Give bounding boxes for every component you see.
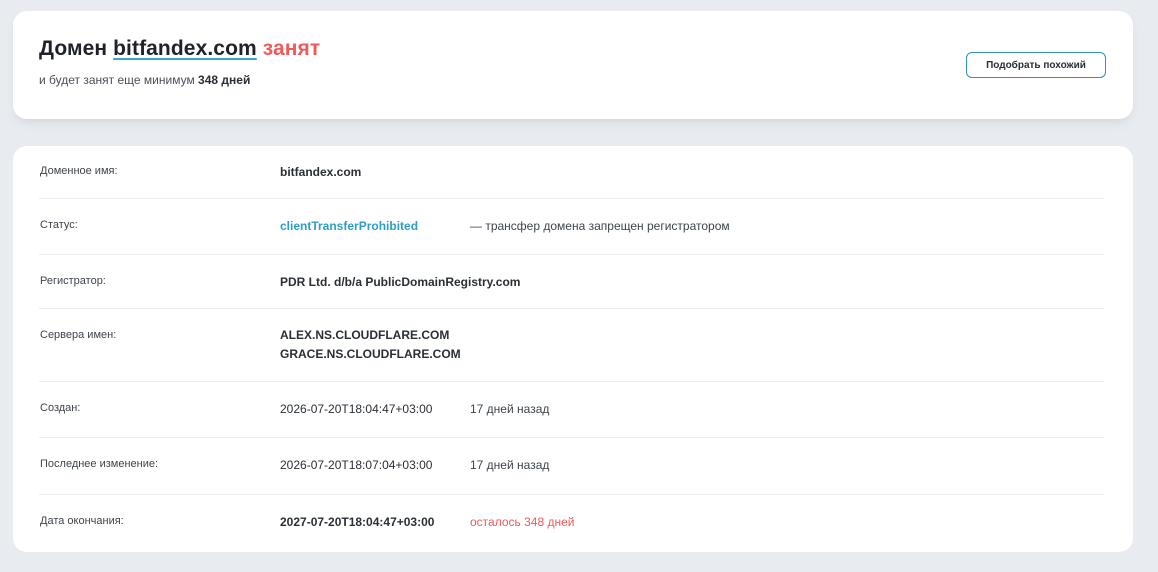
created-label: Создан: [40,402,81,414]
nameservers-label: Сервера имен: [40,329,117,341]
row-created: Создан: 2026-07-20T18:04:47+03:00 17 дне… [13,382,1133,438]
updated-label: Последнее изменение: [40,458,159,470]
whois-details-card: Доменное имя: bitfandex.com Статус: clie… [13,146,1133,552]
row-expires: Дата окончания: 2027-07-20T18:04:47+03:0… [13,495,1133,552]
days-remaining: 348 дней [198,73,251,87]
nameserver-item: GRACE.NS.CLOUDFLARE.COM [280,347,461,361]
expires-value: 2027-07-20T18:04:47+03:00 [280,515,435,529]
status-description: — трансфер домена запрещен регистратором [470,219,730,233]
row-domain-name: Доменное имя: bitfandex.com [13,146,1133,199]
domain-link[interactable]: bitfandex.com [113,37,257,60]
status-code-link[interactable]: clientTransferProhibited [280,219,418,233]
created-value: 2026-07-20T18:04:47+03:00 [280,402,433,416]
expires-label: Дата окончания: [40,515,124,527]
find-similar-button[interactable]: Подобрать похожий [966,52,1106,78]
domain-name-value: bitfandex.com [280,165,362,179]
created-relative: 17 дней назад [470,402,550,416]
status-label: Статус: [40,219,78,231]
row-nameservers: Сервера имен: ALEX.NS.CLOUDFLARE.COM GRA… [13,309,1133,382]
page-title: Домен bitfandex.com занят [39,37,320,61]
row-updated: Последнее изменение: 2026-07-20T18:07:04… [13,438,1133,495]
domain-name-label: Доменное имя: [40,165,118,177]
domain-status-card: Домен bitfandex.com занят и будет занят … [13,11,1133,119]
registrar-value: PDR Ltd. d/b/a PublicDomainRegistry.com [280,275,521,289]
nameserver-item: ALEX.NS.CLOUDFLARE.COM [280,328,450,342]
expires-remaining: осталось 348 дней [470,515,575,529]
subtitle-prefix: и будет занят еще минимум [39,73,195,87]
row-status: Статус: clientTransferProhibited — транс… [13,199,1133,255]
nameservers-list: ALEX.NS.CLOUDFLARE.COM GRACE.NS.CLOUDFLA… [280,326,461,364]
row-registrar: Регистратор: PDR Ltd. d/b/a PublicDomain… [13,255,1133,309]
subtitle: и будет занят еще минимум 348 дней [39,73,250,87]
registrar-label: Регистратор: [40,275,106,287]
updated-value: 2026-07-20T18:07:04+03:00 [280,458,433,472]
title-prefix: Домен [39,37,108,60]
status-word: занят [262,37,321,60]
updated-relative: 17 дней назад [470,458,550,472]
